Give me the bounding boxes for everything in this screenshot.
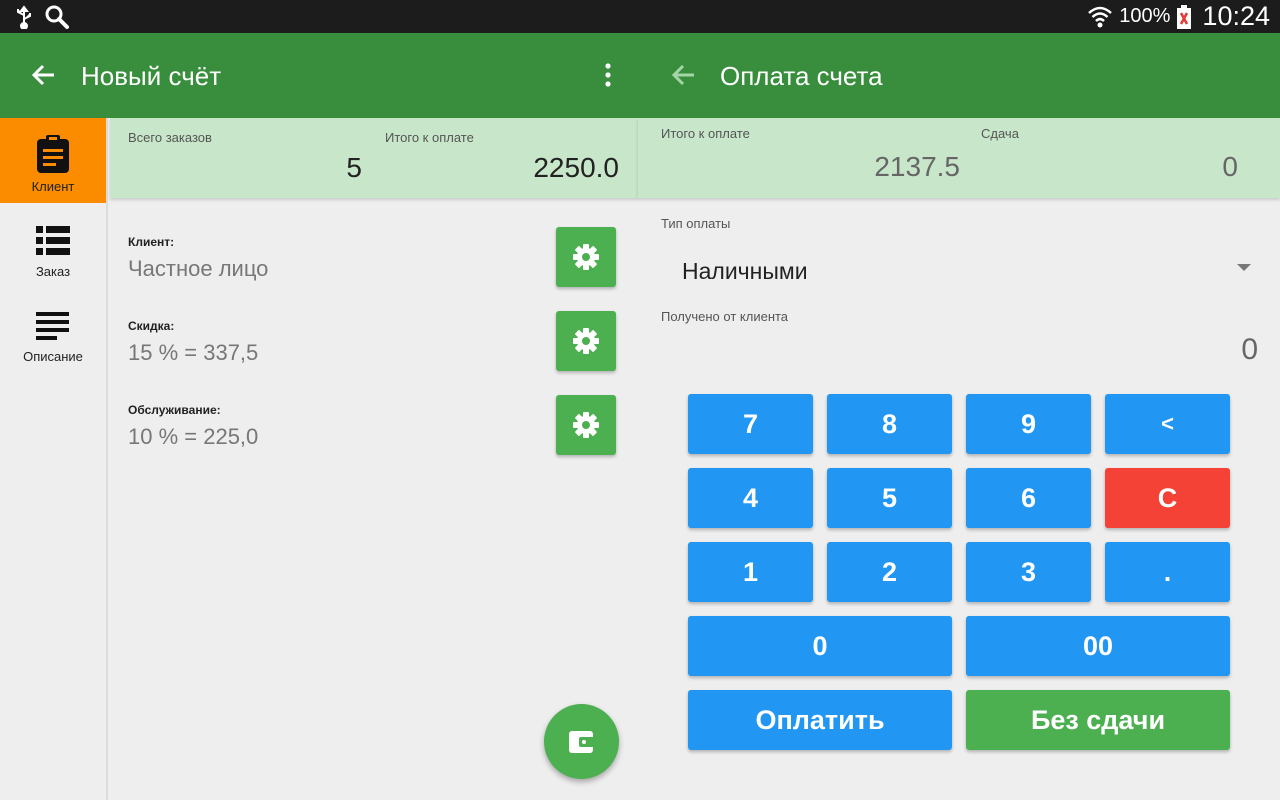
- key-2[interactable]: 2: [827, 542, 952, 602]
- list-icon: [36, 226, 70, 255]
- no-change-button[interactable]: Без сдачи: [966, 690, 1230, 750]
- total-due-label: Итого к оплате: [385, 130, 474, 145]
- key-6[interactable]: 6: [966, 468, 1091, 528]
- total-due-value: 2250.0: [533, 152, 619, 183]
- payment-total-value: 2137.5: [874, 151, 960, 182]
- key-00[interactable]: 00: [966, 616, 1230, 676]
- nav-item-order[interactable]: Заказ: [0, 203, 106, 288]
- usb-icon: [17, 5, 31, 29]
- key-0[interactable]: 0: [688, 616, 952, 676]
- clipboard-icon: [37, 135, 69, 173]
- back-arrow-icon[interactable]: [30, 61, 58, 89]
- app-bar: Новый счёт Оплата счета: [0, 33, 1280, 118]
- received-label: Получено от клиента: [661, 309, 789, 324]
- nav-label-client: Клиент: [31, 179, 75, 194]
- received-value: 0: [1241, 333, 1258, 366]
- decimal-point-key[interactable]: .: [1105, 542, 1230, 602]
- backspace-key[interactable]: <: [1105, 394, 1230, 454]
- client-settings-button[interactable]: [556, 227, 616, 287]
- key-8[interactable]: 8: [827, 394, 952, 454]
- service-label: Обслуживание:: [128, 403, 221, 417]
- overflow-menu-icon[interactable]: [596, 61, 620, 89]
- search-icon: [45, 5, 69, 29]
- orders-count-label: Всего заказов: [128, 130, 212, 145]
- wifi-icon: [1088, 6, 1113, 27]
- discount-value: 15 % = 337,5: [128, 340, 259, 365]
- gear-icon: [573, 244, 599, 270]
- right-panel-title: Оплата счета: [720, 61, 883, 91]
- key-3[interactable]: 3: [966, 542, 1091, 602]
- key-1[interactable]: 1: [688, 542, 813, 602]
- dropdown-arrow-icon: [1237, 264, 1251, 271]
- service-settings-button[interactable]: [556, 395, 616, 455]
- orders-count-value: 5: [346, 152, 362, 183]
- service-value: 10 % = 225,0: [128, 424, 259, 449]
- wallet-icon: [568, 730, 595, 753]
- clear-key[interactable]: C: [1105, 468, 1230, 528]
- discount-label: Скидка:: [128, 319, 175, 333]
- change-value: 0: [1222, 151, 1238, 182]
- left-panel-title: Новый счёт: [81, 61, 222, 91]
- nav-item-client[interactable]: Клиент: [0, 118, 106, 203]
- client-label: Клиент:: [128, 235, 175, 249]
- nav-item-description[interactable]: Описание: [0, 288, 106, 373]
- discount-settings-button[interactable]: [556, 311, 616, 371]
- battery-percent: 100%: [1119, 5, 1171, 27]
- order-summary: Всего заказов 5 Итого к оплате 2250.0: [110, 118, 638, 198]
- payment-summary: Итого к оплате 2137.5 Сдача 0: [638, 118, 1280, 198]
- back-arrow-icon-right[interactable]: [670, 61, 698, 89]
- wallet-fab[interactable]: [544, 704, 619, 779]
- payment-type-dropdown[interactable]: Наличными: [661, 250, 1261, 292]
- payment-total-label: Итого к оплате: [661, 126, 750, 141]
- key-9[interactable]: 9: [966, 394, 1091, 454]
- gear-icon: [573, 412, 599, 438]
- client-value: Частное лицо: [128, 256, 269, 281]
- text-lines-icon: [36, 312, 69, 340]
- pay-button[interactable]: Оплатить: [688, 690, 952, 750]
- key-7[interactable]: 7: [688, 394, 813, 454]
- change-label: Сдача: [981, 126, 1019, 141]
- battery-icon: [1177, 4, 1192, 29]
- nav-label-order: Заказ: [35, 264, 71, 279]
- side-navigation: Клиент Заказ Описание: [0, 118, 108, 800]
- nav-label-description: Описание: [23, 349, 83, 364]
- clock: 10:24: [1202, 1, 1270, 31]
- gear-icon: [573, 328, 599, 354]
- key-4[interactable]: 4: [688, 468, 813, 528]
- key-5[interactable]: 5: [827, 468, 952, 528]
- payment-type-value: Наличными: [682, 258, 808, 284]
- payment-type-label: Тип оплаты: [661, 216, 731, 231]
- status-bar: 100% 10:24: [0, 0, 1280, 33]
